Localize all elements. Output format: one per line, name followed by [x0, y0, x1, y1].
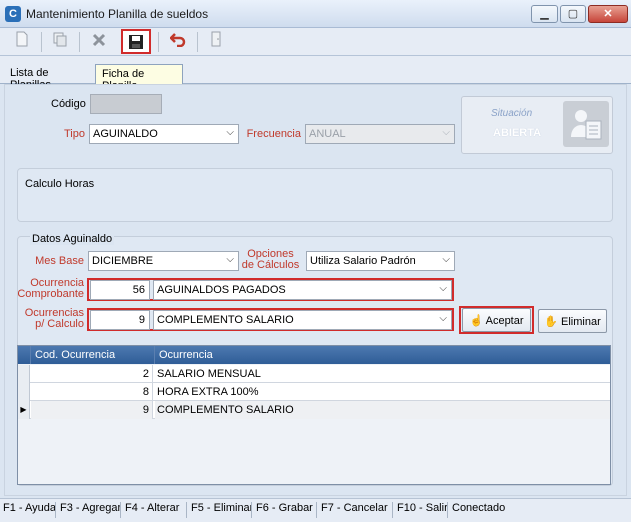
status-f1: F1 - Ayuda	[0, 502, 56, 518]
ocurrencia-comprobante-value: AGUINALDOS PAGADOS	[157, 284, 286, 296]
row-selector[interactable]	[18, 365, 30, 383]
status-connection: Conectado	[452, 502, 506, 514]
toolbar-separator	[41, 32, 42, 52]
ocurrencias-calculo-label: Ocurrencias p/ Calculo	[24, 307, 84, 330]
tab-lista-de-planillas[interactable]: Lista de Planillas	[4, 64, 94, 91]
delete-x-icon[interactable]	[86, 31, 112, 53]
ocurrencias-grid[interactable]: Cod. Ocurrencia Ocurrencia 2 SALARIO MEN…	[17, 345, 611, 485]
chevron-down-icon: ⌵	[442, 127, 450, 138]
aceptar-label: Aceptar	[485, 315, 524, 327]
tipo-value: AGUINALDO	[93, 128, 158, 140]
thumbs-up-icon: ☝	[469, 315, 484, 327]
aceptar-button[interactable]: ☝ Aceptar	[462, 308, 531, 332]
ocurrencias-calculo-select[interactable]: COMPLEMENTO SALARIO ⌵	[153, 310, 452, 330]
frecuencia-value: ANUAL	[309, 128, 346, 140]
app-icon: C	[5, 6, 21, 22]
ocurrencias-calculo-code-input[interactable]: 9	[90, 310, 150, 330]
eliminar-button[interactable]: ✋ Eliminar	[538, 309, 607, 333]
undo-icon[interactable]	[165, 31, 191, 53]
table-row[interactable]: 8 HORA EXTRA 100%	[18, 383, 610, 401]
chevron-down-icon: ⌵	[226, 254, 234, 265]
opciones-value: Utiliza Salario Padrón	[310, 255, 416, 267]
status-f5: F5 - Eliminar	[188, 502, 252, 518]
tipo-select[interactable]: AGUINALDO ⌵	[89, 124, 239, 144]
frecuencia-select[interactable]: ANUAL ⌵	[305, 124, 455, 144]
status-f7: F7 - Cancelar	[318, 502, 393, 518]
tab-ficha-de-planilla[interactable]: Ficha de Planilla	[95, 64, 183, 92]
chevron-down-icon: ⌵	[439, 313, 447, 324]
mes-base-select[interactable]: DICIEMBRE ⌵	[88, 251, 239, 271]
opciones-calculos-select[interactable]: Utiliza Salario Padrón ⌵	[306, 251, 455, 271]
chevron-down-icon: ⌵	[226, 127, 234, 138]
frecuencia-label: Frecuencia	[246, 128, 301, 140]
current-row-indicator-icon[interactable]: ▶	[18, 401, 30, 419]
row-code: 2	[31, 365, 153, 383]
save-icon[interactable]	[121, 29, 151, 54]
user-document-icon	[563, 101, 609, 147]
row-code: 8	[31, 383, 153, 401]
calculo-horas-group	[17, 168, 613, 222]
situacion-label: Situación	[491, 108, 533, 119]
table-row[interactable]: ▶ 9 COMPLEMENTO SALARIO	[18, 401, 610, 419]
grid-header-ocurrencia[interactable]: Ocurrencia	[155, 346, 610, 364]
row-ocurrencia: SALARIO MENSUAL	[157, 368, 261, 380]
grid-corner-header	[18, 346, 31, 364]
ocurrencia-comprobante-select[interactable]: AGUINALDOS PAGADOS ⌵	[153, 280, 452, 300]
copy-icon[interactable]	[47, 31, 73, 53]
exit-door-icon[interactable]	[203, 31, 229, 53]
minimize-button[interactable]: ▁	[531, 5, 558, 23]
grid-header-cod-ocurrencia[interactable]: Cod. Ocurrencia	[31, 346, 155, 364]
toolbar-separator	[197, 32, 198, 52]
mes-base-value: DICIEMBRE	[92, 255, 154, 267]
codigo-label: Código	[51, 98, 86, 110]
tipo-label: Tipo	[64, 128, 85, 140]
row-ocurrencia: COMPLEMENTO SALARIO	[155, 401, 610, 419]
status-f4: F4 - Alterar	[122, 502, 187, 518]
ocurrencia-comprobante-code-input[interactable]: 56	[90, 280, 150, 300]
status-f6: F6 - Grabar	[253, 502, 317, 518]
table-row[interactable]: 2 SALARIO MENSUAL	[18, 365, 610, 383]
maximize-button[interactable]: ▢	[560, 5, 586, 23]
new-document-icon[interactable]	[9, 31, 35, 53]
toolbar-separator	[79, 32, 80, 52]
chevron-down-icon: ⌵	[442, 254, 450, 265]
opciones-label: Opciones de Cálculos	[241, 248, 300, 271]
chevron-down-icon: ⌵	[439, 283, 447, 294]
hand-icon: ✋	[544, 316, 558, 328]
eliminar-label: Eliminar	[561, 316, 601, 328]
row-code: 9	[31, 401, 153, 419]
window-title: Mantenimiento Planilla de sueldos	[26, 7, 209, 21]
row-ocurrencia: HORA EXTRA 100%	[157, 386, 259, 398]
status-f3: F3 - Agregar	[57, 502, 121, 518]
codigo-field[interactable]	[90, 94, 162, 114]
ocurrencias-calculo-value: COMPLEMENTO SALARIO	[157, 314, 294, 326]
mes-base-label: Mes Base	[35, 255, 84, 267]
datos-aguinaldo-label: Datos Aguinaldo	[30, 233, 115, 245]
row-selector[interactable]	[18, 383, 30, 401]
calculo-horas-label: Calculo Horas	[25, 178, 95, 190]
ocurrencia-comprobante-label: Ocurrencia Comprobante	[17, 277, 84, 300]
close-button[interactable]: ✕	[588, 5, 628, 23]
situacion-status: ABIERTA	[493, 127, 542, 139]
status-f10: F10 - Salir	[394, 502, 448, 518]
toolbar-separator	[158, 32, 159, 52]
